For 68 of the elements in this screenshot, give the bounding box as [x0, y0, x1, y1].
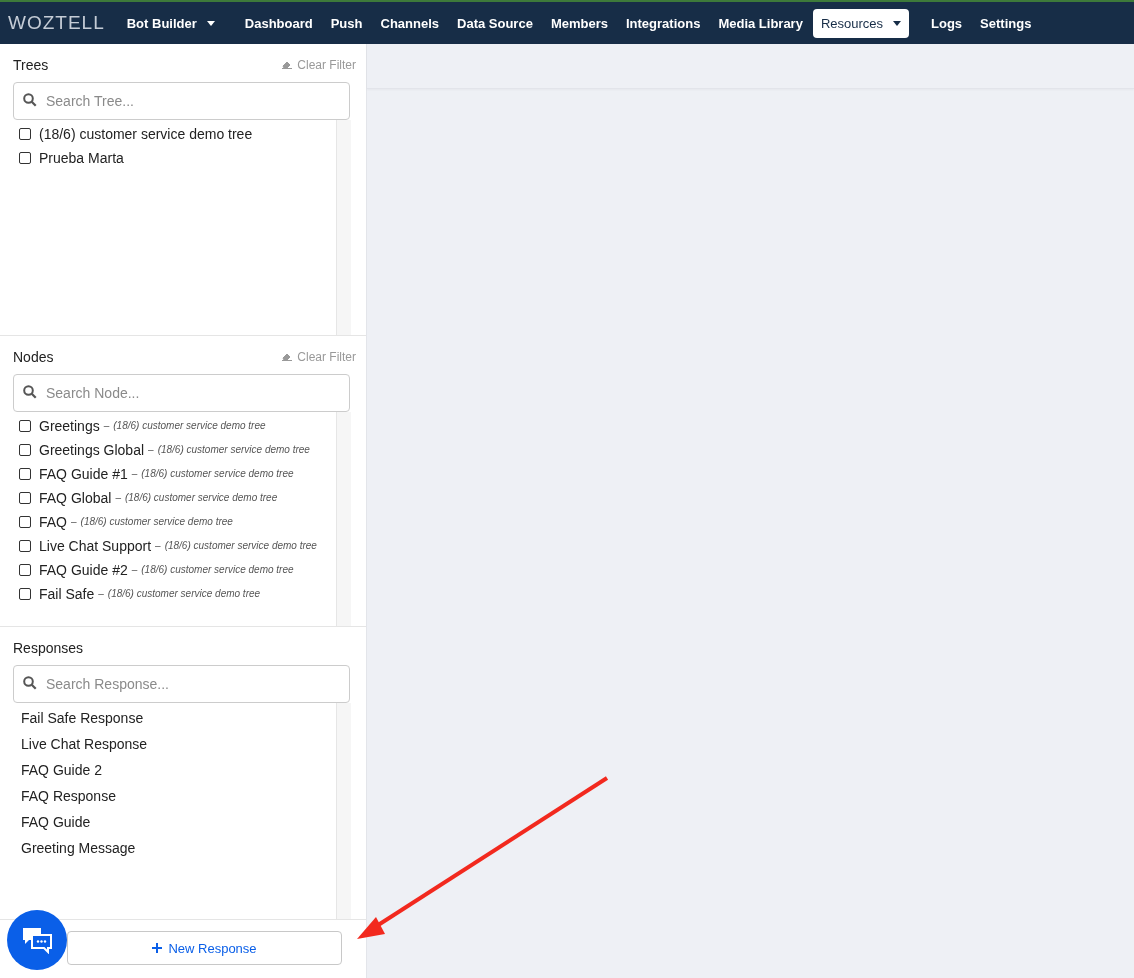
item-label[interactable]: Greetings [39, 417, 100, 434]
nav-link[interactable]: Integrations [617, 8, 709, 38]
response-item[interactable]: FAQ Response [13, 783, 336, 810]
checkbox[interactable] [19, 152, 31, 164]
response-item[interactable]: FAQ Guide 2 [13, 757, 336, 784]
item-label[interactable]: FAQ [39, 513, 67, 530]
tree-name: (18/6) customer service demo tree [141, 468, 294, 480]
nav-link[interactable]: Media Library [710, 8, 811, 38]
checkbox[interactable] [19, 587, 31, 600]
item-label[interactable]: Fail Safe [39, 585, 95, 602]
search-field[interactable]: Search Response... [13, 665, 350, 704]
item-label[interactable]: Live Chat Support [39, 537, 152, 554]
nav-link[interactable]: Dashboard [236, 8, 321, 38]
checkbox[interactable] [19, 515, 31, 528]
response-item[interactable]: FAQ Guide [13, 809, 336, 836]
section-title: Responses [13, 640, 84, 657]
separator-dash: – [71, 516, 77, 528]
item-label[interactable]: FAQ Guide #1 [39, 465, 128, 482]
nav-link[interactable]: Settings [972, 8, 1040, 38]
checkbox[interactable] [19, 128, 31, 140]
item-label[interactable]: FAQ Guide #2 [39, 561, 128, 578]
nav-link[interactable]: Members [542, 8, 616, 38]
search-field[interactable]: Search Node... [13, 373, 350, 412]
checkbox[interactable] [19, 491, 31, 504]
nav-link[interactable]: Logs [923, 8, 971, 38]
item-label[interactable]: FAQ Global [39, 489, 112, 506]
scrollbar-track[interactable] [336, 703, 351, 919]
new-response-button[interactable]: New Response [67, 931, 342, 965]
eraser-icon [282, 352, 293, 361]
plus-icon [152, 943, 163, 953]
checkbox[interactable] [19, 563, 31, 576]
tree-name: (18/6) customer service demo tree [80, 516, 233, 528]
checkbox[interactable] [19, 443, 31, 456]
separator-dash: – [148, 444, 154, 456]
item-label[interactable]: Greetings Global [39, 441, 145, 458]
section-title: Trees [13, 57, 49, 73]
tree-name: (18/6) customer service demo tree [107, 588, 261, 600]
response-item[interactable]: Greeting Message [13, 835, 336, 862]
chat-bubbles-icon [21, 926, 53, 954]
search-field[interactable]: Search Tree... [13, 82, 350, 120]
tree-name: (18/6) customer service demo tree [124, 492, 278, 504]
eraser-icon [282, 61, 293, 69]
separator-dash: – [131, 564, 138, 576]
nav-dropdown[interactable]: Bot Builder [118, 8, 223, 38]
item-label[interactable]: Prueba Marta [39, 150, 124, 166]
nav-link[interactable]: Channels [372, 8, 447, 38]
separator-dash: – [115, 492, 121, 504]
checkbox[interactable] [19, 539, 31, 552]
tree-name: (18/6) customer service demo tree [141, 564, 294, 576]
tree-name: (18/6) customer service demo tree [157, 444, 310, 456]
response-item[interactable]: Live Chat Response [13, 731, 336, 758]
scrollbar-track[interactable] [336, 411, 351, 627]
checkbox[interactable] [19, 467, 31, 480]
response-item[interactable]: Fail Safe Response [13, 705, 336, 732]
checkbox[interactable] [19, 419, 31, 432]
nav-link[interactable]: Data Source [449, 8, 541, 38]
separator-dash: – [103, 420, 110, 432]
separator-dash: – [155, 540, 161, 552]
separator-dash: – [98, 588, 104, 600]
tree-name: (18/6) customer service demo tree [164, 540, 317, 552]
separator-dash: – [131, 468, 138, 480]
nav-dropdown[interactable]: Resources [812, 8, 910, 38]
logo: WOZTELL [8, 12, 105, 34]
scrollbar-track[interactable] [336, 120, 351, 335]
tree-name: (18/6) customer service demo tree [113, 420, 266, 432]
nav-link[interactable]: Push [322, 8, 371, 38]
section-title: Nodes [13, 348, 54, 365]
item-label[interactable]: (18/6) customer service demo tree [39, 126, 253, 142]
